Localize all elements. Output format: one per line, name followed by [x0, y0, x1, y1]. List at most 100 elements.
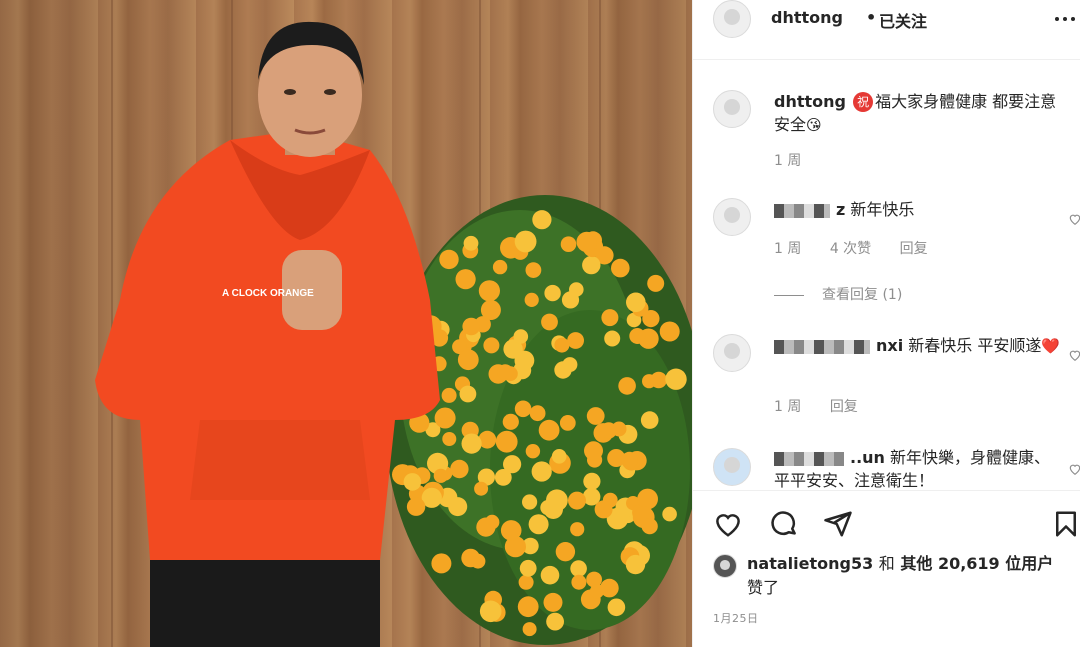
comment-time: 1 周: [774, 399, 802, 415]
kiss-emoji-icon: 😘: [806, 116, 822, 134]
kumquat-fruit: [459, 385, 477, 403]
following-button[interactable]: 已关注: [879, 8, 927, 32]
more-options-icon[interactable]: [1053, 6, 1077, 30]
kumquat-fruit: [570, 522, 585, 537]
caption-username[interactable]: dhttong: [774, 92, 846, 111]
post-photo[interactable]: A CLOCK ORANGE: [0, 0, 692, 647]
likes-count[interactable]: 其他 20,619 位用户: [900, 554, 1053, 573]
comment-bubble-icon[interactable]: [769, 509, 799, 539]
kumquat-fruit: [462, 317, 481, 336]
like-comment-heart-icon[interactable]: [1068, 212, 1080, 226]
kumquat-fruit: [611, 258, 630, 278]
kumquat-fruit: [629, 328, 646, 344]
kumquat-fruit: [531, 461, 552, 482]
author-avatar[interactable]: [713, 0, 751, 38]
kumquat-fruit: [560, 236, 577, 252]
kumquat-fruit: [659, 321, 680, 342]
kumquat-fruit: [554, 361, 572, 379]
kumquat-fruit: [502, 413, 519, 430]
liker-avatar[interactable]: [713, 554, 737, 578]
post-side-panel: dhttong • 已关注 dhttong 祝福大家身體健康 都要注意安全😘 1…: [692, 0, 1080, 647]
kumquat-fruit: [625, 554, 646, 575]
kumquat-fruit: [561, 291, 580, 309]
kumquat-fruit: [546, 612, 564, 631]
comment-likes[interactable]: 4 次赞: [830, 241, 871, 257]
kumquat-fruit: [546, 489, 568, 512]
action-bar: [693, 490, 1080, 550]
view-replies-button[interactable]: 查看回复 (1): [774, 284, 902, 304]
kumquat-fruit: [476, 517, 496, 537]
comment-text: nxi 新春快乐 平安顺遂❤️: [774, 334, 1064, 358]
blurred-username: [774, 451, 844, 466]
kumquat-fruit: [525, 262, 542, 278]
comments-list[interactable]: dhttong 祝福大家身體健康 都要注意安全😘 1 周 z 新年快乐 1 周 …: [693, 60, 1080, 490]
kumquat-fruit: [479, 600, 502, 623]
kumquat-fruit: [584, 441, 603, 461]
comment-time: 1 周: [774, 241, 802, 257]
comment-avatar[interactable]: [713, 334, 751, 372]
kumquat-fruit: [600, 422, 617, 439]
pants: [150, 545, 380, 647]
kumquat-fruit: [478, 280, 500, 302]
like-heart-icon[interactable]: [713, 509, 743, 539]
like-comment-heart-icon[interactable]: [1068, 348, 1080, 362]
save-bookmark-icon[interactable]: [1051, 509, 1080, 539]
kumquat-tree: [385, 195, 692, 645]
comment-avatar[interactable]: [713, 448, 751, 486]
kumquat-fruit: [528, 514, 549, 535]
kumquat-fruit: [450, 459, 469, 479]
comment-username[interactable]: ..un: [850, 448, 885, 467]
comment-username[interactable]: nxi: [876, 336, 903, 355]
comment-meta: 1 周 回复: [774, 396, 882, 416]
comment-meta: 1 周 4 次赞 回复: [774, 238, 952, 258]
likes-suffix: 赞了: [747, 578, 780, 597]
kumquat-fruit: [455, 269, 476, 290]
likes-text: natalietong53 和 其他 20,619 位用户 赞了: [747, 552, 1077, 600]
kumquat-fruit: [529, 405, 546, 422]
kumquat-fruit: [618, 377, 636, 395]
kumquat-fruit: [524, 292, 539, 307]
blurred-username: [774, 203, 830, 218]
kumquat-fruit: [665, 368, 687, 390]
comment-body: 新春快乐 平安顺遂: [908, 336, 1042, 355]
kumquat-fruit: [492, 259, 508, 275]
person-head: [258, 21, 364, 157]
kumquat-fruit: [567, 332, 584, 349]
kumquat-fruit: [532, 210, 552, 230]
kumquat-fruit: [474, 481, 489, 496]
reply-button[interactable]: 回复: [830, 399, 858, 415]
post-date[interactable]: 1月25日: [713, 610, 759, 626]
kumquat-fruit: [439, 249, 459, 270]
caption-text: dhttong 祝福大家身體健康 都要注意安全😘: [774, 90, 1064, 137]
kumquat-fruit: [483, 337, 500, 354]
kumquat-fruit: [559, 415, 576, 431]
reply-button[interactable]: 回复: [900, 241, 928, 257]
kumquat-fruit: [647, 274, 665, 292]
kumquat-fruit: [551, 449, 567, 464]
author-username[interactable]: dhttong: [771, 8, 843, 27]
hoodie-print: A CLOCK ORANGE: [222, 288, 314, 299]
kumquat-fruit: [607, 598, 626, 617]
kumquat-fruit: [522, 622, 537, 637]
kumquat-fruit: [538, 419, 560, 441]
kumquat-fruit: [641, 518, 658, 535]
kumquat-fruit: [626, 292, 646, 313]
comment-avatar[interactable]: [713, 198, 751, 236]
kumquat-fruit: [463, 235, 479, 251]
comment-username[interactable]: z: [836, 200, 845, 219]
kumquat-fruit: [500, 520, 522, 541]
kumquat-fruit: [461, 433, 482, 454]
kumquat-fruit: [514, 400, 532, 418]
kumquat-fruit: [640, 411, 659, 429]
like-comment-heart-icon[interactable]: [1068, 462, 1080, 476]
liker-username[interactable]: natalietong53: [747, 554, 873, 573]
view-replies-line: [774, 294, 804, 296]
kumquat-fruit: [433, 468, 448, 483]
share-send-icon[interactable]: [823, 509, 853, 539]
comment-text: ..un 新年快樂，身體健康、平平安安、注意衛生！: [774, 446, 1064, 490]
kumquat-fruit: [594, 500, 613, 519]
caption-avatar[interactable]: [713, 90, 751, 128]
kumquat-fruit: [525, 444, 541, 459]
kumquat-fruit: [601, 309, 619, 327]
kumquat-fruit: [540, 565, 560, 585]
